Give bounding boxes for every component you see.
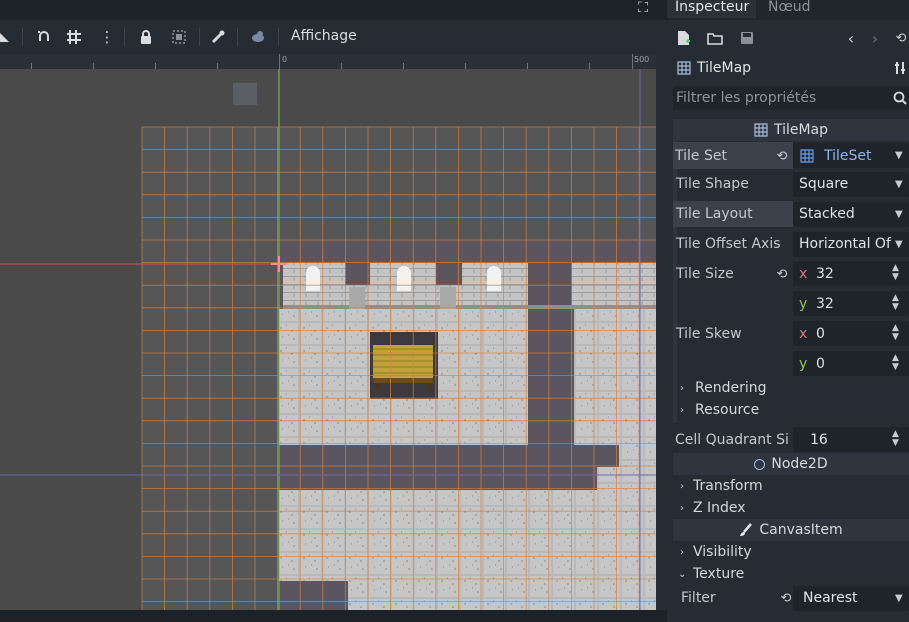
- section-title: Node2D: [771, 456, 828, 472]
- select-mode-icon[interactable]: [0, 27, 14, 47]
- chevron-down-icon[interactable]: ▼: [895, 239, 903, 250]
- toolbar-separator: [22, 28, 23, 46]
- ruler-tick: [632, 54, 633, 69]
- chevron-down-icon[interactable]: ⌄: [678, 569, 686, 580]
- chevron-down-icon[interactable]: ▼: [895, 150, 903, 161]
- more-options-icon[interactable]: ⋮: [97, 27, 117, 47]
- tile-set-label: Tile Set: [675, 148, 727, 164]
- open-folder-icon[interactable]: [706, 29, 724, 47]
- tile-shape-label: Tile Shape: [676, 176, 749, 192]
- group-icon[interactable]: [169, 27, 189, 47]
- node2d-icon: [754, 458, 766, 470]
- section-canvasitem: CanvasItem: [673, 519, 909, 541]
- tile-layout-value: Stacked: [799, 206, 855, 222]
- snap-icon[interactable]: [34, 27, 54, 47]
- tile-size-x-value: 32: [816, 266, 834, 282]
- tilemap-icon: [675, 59, 693, 77]
- axis-x-label: x: [799, 266, 808, 282]
- cell-quadrant-label: Cell Quadrant Si: [675, 432, 789, 448]
- new-resource-icon[interactable]: [675, 29, 693, 47]
- tilemap-icon: [754, 123, 768, 137]
- tile-offset-axis-label: Tile Offset Axis: [676, 236, 781, 252]
- editor-top-strip: [0, 0, 667, 20]
- tab-node[interactable]: Nœud: [760, 0, 820, 18]
- group-texture[interactable]: Texture: [693, 566, 744, 582]
- top-ruler: 0 500: [0, 54, 656, 70]
- skeleton-icon[interactable]: [248, 27, 268, 47]
- history-icon[interactable]: ⟲: [892, 29, 909, 47]
- chevron-right-icon[interactable]: ›: [680, 547, 684, 558]
- chevron-right-icon[interactable]: ›: [680, 503, 684, 514]
- section-title: TileMap: [773, 122, 829, 138]
- ruler-label: 0: [282, 55, 288, 64]
- toolbar-separator: [278, 28, 279, 46]
- ruler-tick: [279, 54, 280, 69]
- chevron-right-icon[interactable]: ›: [680, 405, 684, 416]
- tile-size-y-value: 32: [816, 296, 834, 312]
- spin-arrows-icon[interactable]: ▲ ▼: [892, 324, 899, 342]
- tile-skew-label: Tile Skew: [676, 326, 742, 342]
- vertical-scrollbar[interactable]: [656, 54, 667, 610]
- group-visibility[interactable]: Visibility: [693, 544, 752, 560]
- paintbrush-icon: [740, 523, 753, 536]
- tile-offset-axis-value: Horizontal Of: [799, 236, 891, 252]
- canvas-viewport[interactable]: [0, 69, 656, 610]
- save-icon[interactable]: [738, 29, 756, 47]
- group-transform[interactable]: Transform: [693, 478, 763, 494]
- chevron-down-icon[interactable]: ▼: [895, 209, 903, 220]
- tile-layout-label: Tile Layout: [676, 206, 753, 222]
- section-node2d: Node2D: [673, 453, 909, 475]
- tile-shape-value: Square: [799, 176, 849, 192]
- spin-arrows-icon[interactable]: ▲ ▼: [892, 430, 899, 448]
- bed-sprite: [373, 345, 433, 389]
- object-properties-icon[interactable]: [892, 59, 909, 77]
- section-title: CanvasItem: [759, 522, 843, 538]
- group-z-index[interactable]: Z Index: [693, 500, 746, 516]
- tilemap-scene: [0, 69, 656, 610]
- viewport-bottom-bar: [0, 610, 667, 622]
- filter-label: Filter: [681, 590, 716, 606]
- tileset-icon: [798, 147, 816, 165]
- lock-icon[interactable]: [136, 27, 156, 47]
- history-back-icon[interactable]: ‹: [842, 29, 860, 48]
- history-forward-icon[interactable]: ›: [866, 29, 884, 48]
- tile-size-label: Tile Size: [676, 266, 734, 282]
- chevron-down-icon[interactable]: ▼: [895, 593, 903, 604]
- search-icon: [891, 89, 909, 107]
- axis-x-label: x: [799, 326, 808, 342]
- tile-set-value: TileSet: [824, 148, 872, 164]
- view-menu[interactable]: Affichage: [291, 28, 357, 44]
- revert-icon[interactable]: ⟲: [773, 147, 791, 165]
- section-tilemap: TileMap: [673, 119, 909, 141]
- toolbar-separator: [237, 28, 238, 46]
- node-marker: [233, 83, 257, 105]
- chevron-down-icon[interactable]: ▼: [895, 179, 903, 190]
- group-rendering[interactable]: Rendering: [695, 380, 767, 396]
- object-name: TileMap: [697, 60, 752, 76]
- axis-y-label: y: [799, 356, 808, 372]
- axis-y-label: y: [799, 296, 808, 312]
- revert-icon[interactable]: ⟲: [773, 265, 791, 283]
- spin-arrows-icon[interactable]: ▲ ▼: [892, 354, 899, 372]
- revert-icon[interactable]: ⟲: [777, 589, 795, 607]
- chevron-right-icon[interactable]: ›: [680, 383, 684, 394]
- group-resource[interactable]: Resource: [695, 402, 759, 418]
- toolbar-separator: [199, 28, 200, 46]
- spin-arrows-icon[interactable]: ▲ ▼: [892, 264, 899, 282]
- bone-icon[interactable]: [208, 27, 228, 47]
- chevron-right-icon[interactable]: ›: [680, 481, 684, 492]
- tile-skew-x-value: 0: [816, 326, 825, 342]
- editor-toolbar: ⋮ Affichage: [0, 20, 667, 54]
- fullscreen-icon[interactable]: ⛶: [634, 0, 652, 16]
- grid-snap-icon[interactable]: [64, 27, 84, 47]
- filter-placeholder: Filtrer les propriétés: [676, 90, 817, 106]
- spin-arrows-icon[interactable]: ▲ ▼: [892, 294, 899, 312]
- ruler-label: 500: [634, 55, 650, 64]
- cell-quadrant-value: 16: [810, 432, 828, 448]
- tile-skew-y-value: 0: [816, 356, 825, 372]
- toolbar-separator: [124, 28, 125, 46]
- filter-value: Nearest: [803, 590, 858, 606]
- tab-inspector[interactable]: Inspecteur: [667, 0, 756, 18]
